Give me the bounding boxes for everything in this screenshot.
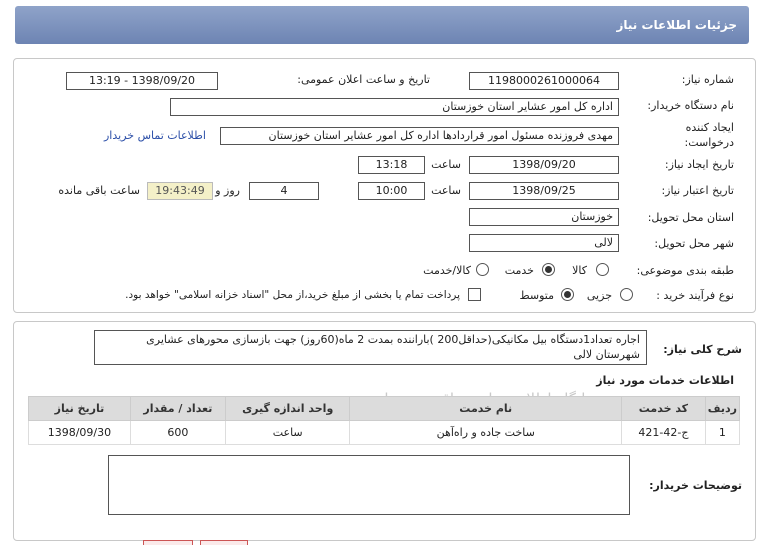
need-number-label: شماره نیاز:: [681, 73, 734, 86]
city-label: شهر محل تحویل:: [654, 237, 734, 250]
remaining-time-display: 19:43:49: [147, 182, 213, 200]
cell-quantity: 600: [129, 420, 226, 445]
buyer-notes-label: توضیحات خریدار:: [649, 479, 742, 492]
header-need-date: تاریخ نیاز: [28, 396, 131, 421]
city-field: لالی: [469, 234, 619, 252]
cell-service-name: ساخت جاده و راه‌آهن: [349, 420, 623, 445]
category-option-goods-service: کالا/خدمت: [423, 264, 471, 277]
header-row-number: ردیف: [704, 396, 741, 421]
validity-time-field: 10:00: [358, 182, 425, 200]
province-label: استان محل تحویل:: [647, 211, 734, 224]
buyer-contact-link[interactable]: اطلاعات تماس خریدار: [104, 129, 206, 142]
process-radio-minor[interactable]: [620, 288, 633, 301]
process-option-medium: متوسط: [519, 289, 554, 302]
days-label: روز و: [215, 184, 240, 197]
page-title-bar: جزئیات اطلاعات نیاز: [15, 6, 749, 44]
action-button-right[interactable]: [200, 540, 248, 545]
validity-date-label: تاریخ اعتبار نیاز:: [661, 184, 734, 197]
category-label: طبقه بندی موضوعی:: [636, 264, 734, 277]
services-table: ردیف کد خدمت نام خدمت واحد اندازه گیری ت…: [28, 396, 741, 445]
buyer-org-field: اداره کل امور عشایر استان خوزستان: [170, 98, 619, 116]
summary-text-box: اجاره تعداد1دستگاه بیل مکانیکی(حداقل200 …: [94, 330, 647, 365]
header-service-code: کد خدمت: [621, 396, 706, 421]
created-time-label: ساعت: [431, 158, 461, 171]
need-number-field: 1198000261000064: [469, 72, 619, 90]
category-radio-goods-service[interactable]: [476, 263, 489, 276]
province-field: خوزستان: [469, 208, 619, 226]
creator-field: مهدی فروزنده مسئول امور قراردادها اداره …: [220, 127, 619, 145]
announce-date-label: تاریخ و ساعت اعلان عمومی:: [297, 73, 430, 86]
buyer-org-label: نام دستگاه خریدار:: [647, 99, 734, 112]
cell-need-date: 1398/09/30: [28, 420, 131, 445]
creator-label-line2: درخواست:: [684, 136, 734, 149]
remaining-time-label: ساعت باقی مانده: [58, 184, 140, 197]
category-option-goods: کالا: [572, 264, 587, 277]
category-radio-goods[interactable]: [596, 263, 609, 276]
treasury-payment-note: پرداخت تمام یا بخشی از مبلغ خرید،از محل …: [125, 289, 460, 301]
created-date-field: 1398/09/20: [469, 156, 619, 174]
treasury-payment-checkbox[interactable]: [468, 288, 481, 301]
created-time-field: 13:18: [358, 156, 425, 174]
category-radio-service[interactable]: [542, 263, 555, 276]
buyer-notes-box: [108, 455, 630, 515]
creator-label-line1: ایجاد کننده: [685, 121, 734, 134]
page-title: جزئیات اطلاعات نیاز: [616, 18, 737, 32]
header-unit: واحد اندازه گیری: [224, 396, 351, 421]
cell-service-code: ج-42-421: [621, 420, 706, 445]
process-type-label: نوع فرآیند خرید :: [656, 289, 734, 302]
table-row: 1 ج-42-421 ساخت جاده و راه‌آهن ساعت 600 …: [28, 420, 741, 445]
header-service-name: نام خدمت: [349, 396, 623, 421]
cell-unit: ساعت: [224, 420, 351, 445]
header-quantity: تعداد / مقدار: [129, 396, 226, 421]
process-option-minor: جزیی: [586, 289, 612, 302]
category-option-service: خدمت: [504, 264, 534, 277]
action-button-left[interactable]: [143, 540, 193, 545]
process-radio-medium[interactable]: [561, 288, 574, 301]
remaining-days-field: 4: [249, 182, 319, 200]
announce-date-field: 1398/09/20 - 13:19: [66, 72, 218, 90]
created-date-label: تاریخ ایجاد نیاز:: [664, 158, 734, 171]
services-table-header-row: ردیف کد خدمت نام خدمت واحد اندازه گیری ت…: [28, 396, 741, 421]
cell-row-number: 1: [704, 420, 741, 445]
services-section-title: اطلاعات خدمات مورد نیاز: [596, 374, 734, 387]
validity-date-field: 1398/09/25: [469, 182, 619, 200]
summary-label: شرح کلی نیاز:: [663, 343, 742, 356]
validity-time-label: ساعت: [431, 184, 461, 197]
